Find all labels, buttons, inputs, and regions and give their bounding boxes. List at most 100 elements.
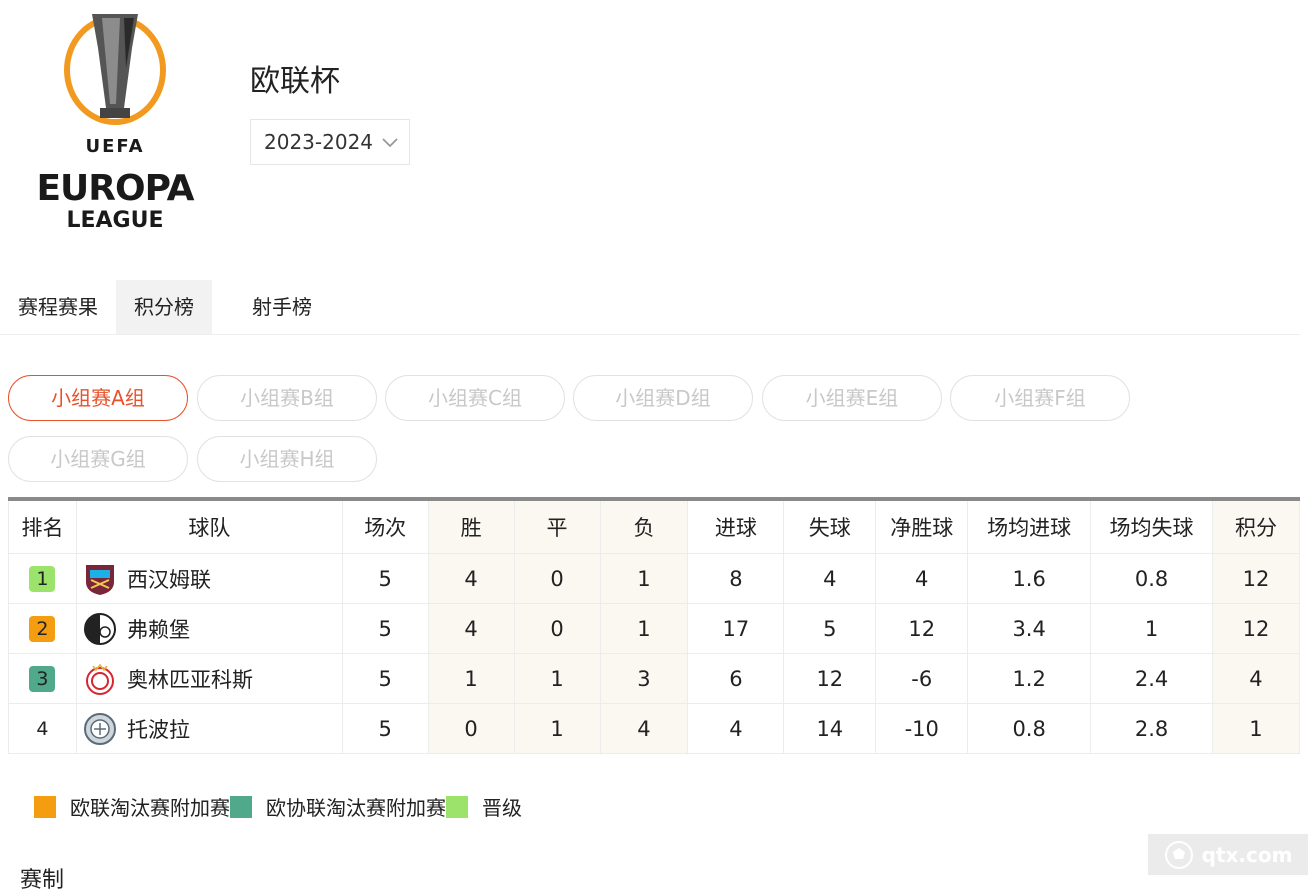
section-title: 赛制 bbox=[20, 868, 65, 893]
logo-line2: LEAGUE bbox=[66, 208, 164, 233]
lost-cell: 3 bbox=[599, 653, 689, 704]
logo-uefa-text: UEFA bbox=[85, 136, 145, 157]
avg-goals-against-cell: 1 bbox=[1090, 603, 1213, 654]
group-b-button[interactable]: 小组赛B组 bbox=[197, 375, 377, 421]
header-goal-diff: 净胜球 bbox=[875, 498, 969, 554]
qualification-legend: 欧联淘汰赛附加赛 欧协联淘汰赛附加赛 晋级 bbox=[34, 792, 522, 821]
played-cell: 5 bbox=[341, 653, 429, 704]
team-name: 西汉姆联 bbox=[126, 567, 211, 592]
team-name: 托波拉 bbox=[126, 717, 190, 742]
header-played: 场次 bbox=[341, 498, 429, 554]
played-cell: 5 bbox=[341, 553, 429, 604]
rank-cell: 2 bbox=[8, 603, 77, 654]
header-goals-for: 进球 bbox=[687, 498, 785, 554]
header-avg-goals-against: 场均失球 bbox=[1090, 498, 1213, 554]
goal-diff-cell: -10 bbox=[875, 703, 969, 754]
group-d-button[interactable]: 小组赛D组 bbox=[573, 375, 753, 421]
points-cell: 4 bbox=[1211, 653, 1301, 704]
soccer-ball-icon bbox=[1164, 840, 1193, 869]
rank-cell: 4 bbox=[8, 703, 77, 754]
group-f-button[interactable]: 小组赛F组 bbox=[950, 375, 1130, 421]
lost-cell: 4 bbox=[599, 703, 689, 754]
standings-table: 排名 球队 场次 胜 平 负 进球 失球 净胜球 场均进球 场均失球 积分 1 bbox=[8, 497, 1301, 754]
tab-schedule-results[interactable]: 赛程赛果 bbox=[0, 280, 116, 334]
tab-standings[interactable]: 积分榜 bbox=[116, 280, 212, 334]
watermark-text: qtx.com bbox=[1201, 842, 1293, 867]
team-cell[interactable]: 弗赖堡 bbox=[75, 603, 343, 654]
legend-label: 晋级 bbox=[482, 796, 522, 820]
table-header-row: 排名 球队 场次 胜 平 负 进球 失球 净胜球 场均进球 场均失球 积分 bbox=[8, 498, 1301, 554]
legend-label: 欧联淘汰赛附加赛 bbox=[70, 796, 230, 820]
header-avg-goals-for: 场均进球 bbox=[967, 498, 1092, 554]
won-cell: 0 bbox=[427, 703, 515, 754]
team-name: 弗赖堡 bbox=[126, 617, 190, 642]
header-lost: 负 bbox=[599, 498, 689, 554]
europa-league-logo: UEFA EUROPA LEAGUE bbox=[30, 8, 200, 233]
played-cell: 5 bbox=[341, 703, 429, 754]
avg-goals-for-cell: 1.6 bbox=[967, 553, 1092, 604]
table-row: 3 奥林匹亚科斯 5 1 1 3 6 12 -6 1.2 2.4 4 bbox=[8, 653, 1301, 704]
points-cell: 12 bbox=[1211, 603, 1301, 654]
won-cell: 4 bbox=[427, 553, 515, 604]
tab-top-scorers[interactable]: 射手榜 bbox=[234, 280, 330, 334]
header-rank: 排名 bbox=[8, 498, 77, 554]
header-goals-against: 失球 bbox=[783, 498, 877, 554]
draw-cell: 1 bbox=[513, 653, 601, 704]
goals-for-cell: 8 bbox=[687, 553, 785, 604]
freiburg-crest-icon bbox=[83, 612, 116, 645]
table-row: 4 托波拉 5 0 1 4 4 14 -10 0.8 2.8 1 bbox=[8, 703, 1301, 754]
tab-bar: 赛程赛果 积分榜 射手榜 bbox=[0, 280, 1300, 335]
olympiacos-crest-icon bbox=[85, 663, 114, 695]
rank-cell: 3 bbox=[8, 653, 77, 704]
group-c-button[interactable]: 小组赛C组 bbox=[385, 375, 565, 421]
group-a-button[interactable]: 小组赛A组 bbox=[8, 375, 188, 421]
rank-badge: 3 bbox=[29, 665, 56, 692]
avg-goals-against-cell: 2.8 bbox=[1090, 703, 1213, 754]
won-cell: 1 bbox=[427, 653, 515, 704]
backa-topola-crest-icon bbox=[83, 712, 116, 745]
rank-cell: 1 bbox=[8, 553, 77, 604]
avg-goals-for-cell: 3.4 bbox=[967, 603, 1092, 654]
season-value: 2023-2024 bbox=[264, 130, 374, 154]
goals-against-cell: 12 bbox=[783, 653, 877, 704]
goal-diff-cell: -6 bbox=[875, 653, 969, 704]
avg-goals-for-cell: 1.2 bbox=[967, 653, 1092, 704]
avg-goals-against-cell: 0.8 bbox=[1090, 553, 1213, 604]
team-name: 奥林匹亚科斯 bbox=[126, 667, 253, 692]
group-g-button[interactable]: 小组赛G组 bbox=[8, 436, 188, 482]
won-cell: 4 bbox=[427, 603, 515, 654]
trophy-emblem bbox=[64, 14, 166, 125]
legend-swatch bbox=[230, 795, 252, 818]
goals-against-cell: 14 bbox=[783, 703, 877, 754]
goals-for-cell: 4 bbox=[687, 703, 785, 754]
draw-cell: 0 bbox=[513, 603, 601, 654]
chevron-down-icon bbox=[382, 138, 398, 148]
group-e-button[interactable]: 小组赛E组 bbox=[762, 375, 942, 421]
played-cell: 5 bbox=[341, 603, 429, 654]
header-team: 球队 bbox=[75, 498, 343, 554]
goal-diff-cell: 4 bbox=[875, 553, 969, 604]
goals-against-cell: 4 bbox=[783, 553, 877, 604]
rank-badge: 1 bbox=[29, 565, 56, 592]
header-draw: 平 bbox=[513, 498, 601, 554]
team-cell[interactable]: 托波拉 bbox=[75, 703, 343, 754]
goals-against-cell: 5 bbox=[783, 603, 877, 654]
team-cell[interactable]: 奥林匹亚科斯 bbox=[75, 653, 343, 704]
group-h-button[interactable]: 小组赛H组 bbox=[197, 436, 377, 482]
rank-badge: 2 bbox=[29, 615, 56, 642]
points-cell: 12 bbox=[1211, 553, 1301, 604]
header-won: 胜 bbox=[427, 498, 515, 554]
points-cell: 1 bbox=[1211, 703, 1301, 754]
legend-swatch bbox=[446, 795, 468, 818]
avg-goals-against-cell: 2.4 bbox=[1090, 653, 1213, 704]
lost-cell: 1 bbox=[599, 603, 689, 654]
season-select[interactable]: 2023-2024 bbox=[250, 119, 410, 165]
team-cell[interactable]: 西汉姆联 bbox=[75, 553, 343, 604]
watermark: qtx.com bbox=[1148, 834, 1308, 875]
competition-title: 欧联杯 bbox=[250, 64, 340, 99]
header-points: 积分 bbox=[1211, 498, 1301, 554]
table-row: 1 西汉姆联 5 4 0 1 8 4 4 1.6 0.8 12 bbox=[8, 553, 1301, 604]
west-ham-crest-icon bbox=[85, 564, 114, 595]
logo-line1: EUROPA bbox=[36, 168, 194, 209]
rank-badge: 4 bbox=[36, 717, 49, 740]
